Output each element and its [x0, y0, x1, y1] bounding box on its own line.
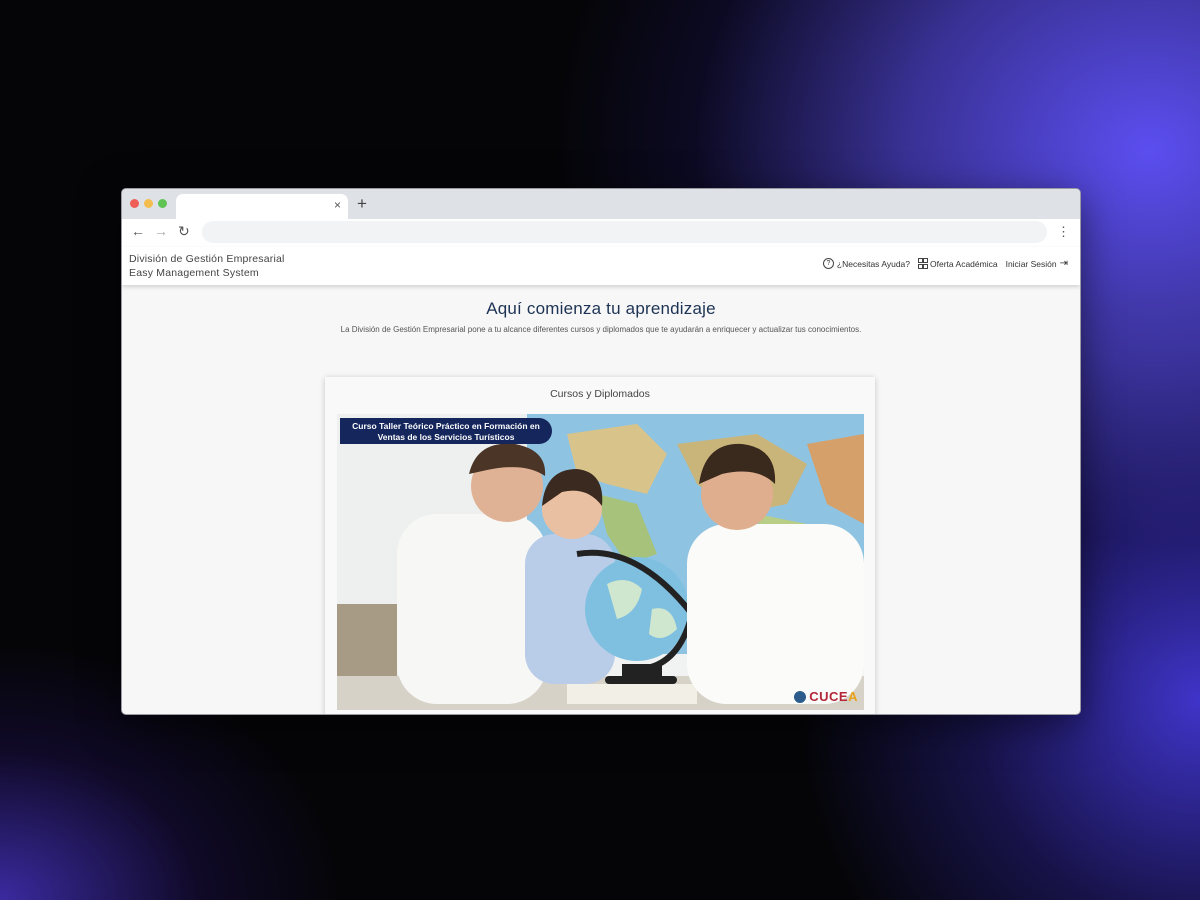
logo-text-accent: A	[848, 689, 858, 704]
logo-text-main: CUCE	[809, 689, 849, 704]
login-link[interactable]: Iniciar Sesión ⇥	[1006, 258, 1068, 269]
new-tab-button[interactable]: +	[357, 194, 367, 214]
tab-close-icon[interactable]: ×	[334, 198, 341, 212]
brand-name: División de Gestión Empresarial	[129, 253, 285, 265]
course-banner-image[interactable]: Curso Taller Teórico Práctico en Formaci…	[337, 414, 864, 710]
banner-illustration	[337, 414, 864, 710]
logo-text: CUCEA	[809, 689, 858, 704]
browser-menu-icon[interactable]: ⋮	[1057, 224, 1070, 240]
course-badge: Curso Taller Teórico Práctico en Formaci…	[340, 418, 552, 444]
main-content: Aquí comienza tu aprendizaje La División…	[122, 285, 1080, 714]
browser-toolbar: ← → ↻ ⋮	[122, 219, 1080, 247]
header-nav: ? ¿Necesitas Ayuda? Oferta Académica Ini…	[822, 258, 1068, 269]
login-icon: ⇥	[1059, 258, 1068, 269]
card-title: Cursos y Diplomados	[550, 388, 650, 400]
site-header: División de Gestión Empresarial Easy Man…	[122, 247, 1080, 285]
page-subtitle: La División de Gestión Empresarial pone …	[340, 325, 862, 334]
page-title: Aquí comienza tu aprendizaje	[486, 299, 716, 318]
academic-offer-link[interactable]: Oferta Académica	[918, 258, 998, 269]
address-bar[interactable]	[202, 221, 1047, 243]
brand-tagline: Easy Management System	[129, 267, 259, 279]
forward-icon[interactable]: →	[154, 223, 168, 239]
minimize-window-button[interactable]	[144, 199, 153, 208]
back-icon[interactable]: ←	[131, 223, 145, 239]
reload-icon[interactable]: ↻	[178, 223, 190, 240]
help-label: ¿Necesitas Ayuda?	[836, 258, 911, 269]
tab-bar: × +	[122, 189, 1080, 219]
close-window-button[interactable]	[130, 199, 139, 208]
login-label: Iniciar Sesión	[1005, 258, 1057, 269]
browser-window: × + ← → ↻ ⋮ División de Gestión Empresar…	[121, 188, 1081, 715]
help-icon: ?	[822, 258, 834, 269]
browser-tab[interactable]: ×	[176, 194, 348, 219]
grid-icon	[918, 258, 929, 269]
seal-icon	[793, 689, 808, 704]
academic-offer-label: Oferta Académica	[930, 258, 998, 269]
brand[interactable]: División de Gestión Empresarial Easy Man…	[129, 252, 285, 280]
maximize-window-button[interactable]	[158, 199, 167, 208]
cucea-logo: CUCEA	[793, 689, 858, 704]
courses-card: Cursos y Diplomados Curso Taller Teórico…	[325, 377, 875, 714]
help-link[interactable]: ? ¿Necesitas Ayuda?	[822, 258, 911, 269]
